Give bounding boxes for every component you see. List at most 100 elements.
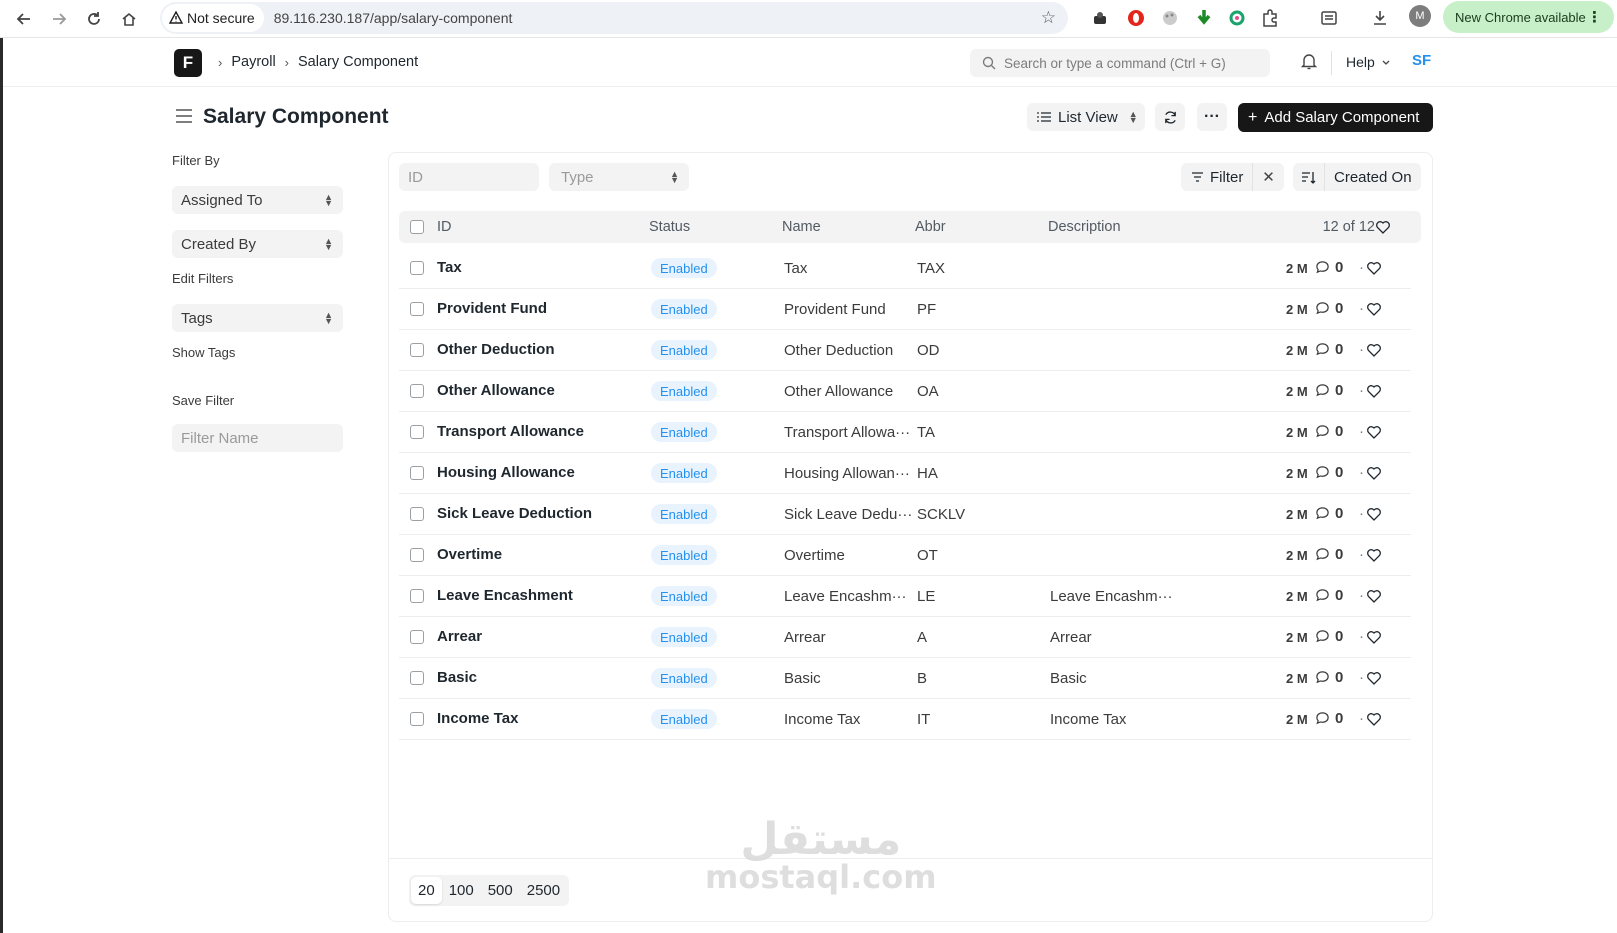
extensions-puzzle-icon[interactable] <box>1259 7 1281 29</box>
row-id-link[interactable]: Transport Allowance <box>437 423 584 440</box>
table-row[interactable]: Income Tax Enabled Income Tax IT Income Tax 2… <box>399 699 1411 740</box>
heart-icon[interactable] <box>1366 711 1382 727</box>
comment-count[interactable]: 0 <box>1315 464 1343 481</box>
back-icon[interactable] <box>11 6 37 32</box>
row-id-link[interactable]: Provident Fund <box>437 300 547 317</box>
row-id-link[interactable]: Tax <box>437 259 462 276</box>
filter-name-input[interactable] <box>172 424 343 452</box>
heart-icon[interactable] <box>1366 547 1382 563</box>
type-filter-select[interactable]: Type ▲ ▼ <box>549 163 689 191</box>
extension-opera-icon[interactable] <box>1125 7 1147 29</box>
table-row[interactable]: Arrear Enabled Arrear A Arrear 2 M 0 · <box>399 617 1411 658</box>
security-chip[interactable]: Not secure <box>162 4 264 32</box>
row-id-link[interactable]: Other Deduction <box>437 341 555 358</box>
more-actions-button[interactable]: ··· <box>1197 103 1227 131</box>
assigned-to-filter[interactable]: Assigned To ▲ ▼ <box>172 186 343 214</box>
heart-icon[interactable] <box>1366 465 1382 481</box>
reload-icon[interactable] <box>81 6 107 32</box>
row-id-link[interactable]: Arrear <box>437 628 482 645</box>
row-checkbox[interactable] <box>410 630 424 644</box>
extension-cloud-icon[interactable] <box>1089 7 1111 29</box>
comment-count[interactable]: 0 <box>1315 669 1343 686</box>
heart-icon[interactable] <box>1366 342 1382 358</box>
row-checkbox[interactable] <box>410 343 424 357</box>
extension-swirl-icon[interactable] <box>1226 7 1248 29</box>
bookmark-star-icon[interactable]: ☆ <box>1041 8 1056 28</box>
comment-count[interactable]: 0 <box>1315 546 1343 563</box>
home-icon[interactable] <box>116 6 142 32</box>
id-filter-input[interactable] <box>399 163 539 191</box>
reading-list-icon[interactable] <box>1318 7 1340 29</box>
help-dropdown[interactable]: Help <box>1346 54 1391 70</box>
table-row[interactable]: Basic Enabled Basic B Basic 2 M 0 · <box>399 658 1411 699</box>
page-size-20[interactable]: 20 <box>411 877 442 904</box>
comment-count[interactable]: 0 <box>1315 300 1343 317</box>
row-id-link[interactable]: Basic <box>437 669 477 686</box>
row-checkbox[interactable] <box>410 466 424 480</box>
row-id-link[interactable]: Leave Encashment <box>437 587 573 604</box>
table-row[interactable]: Overtime Enabled Overtime OT 2 M 0 · <box>399 535 1411 576</box>
table-row[interactable]: Other Allowance Enabled Other Allowance OA 2… <box>399 371 1411 412</box>
address-bar[interactable]: Not secure 89.116.230.187/app/salary-com… <box>160 2 1068 34</box>
row-checkbox[interactable] <box>410 425 424 439</box>
row-checkbox[interactable] <box>410 671 424 685</box>
comment-count[interactable]: 0 <box>1315 587 1343 604</box>
page-size-500[interactable]: 500 <box>481 877 520 904</box>
kebab-menu-icon[interactable]: ⋮ <box>1587 8 1602 26</box>
select-all-checkbox[interactable] <box>410 220 424 234</box>
row-id-link[interactable]: Overtime <box>437 546 502 563</box>
notification-bell-icon[interactable] <box>1299 51 1321 73</box>
chrome-update-button[interactable]: New Chrome available ⋮ <box>1443 1 1614 33</box>
view-switcher-button[interactable]: List View ▲ ▼ <box>1027 103 1145 131</box>
row-id-link[interactable]: Income Tax <box>437 710 518 727</box>
page-size-2500[interactable]: 2500 <box>520 877 567 904</box>
row-id-link[interactable]: Sick Leave Deduction <box>437 505 592 522</box>
tags-filter[interactable]: Tags ▲ ▼ <box>172 304 343 332</box>
extension-download-arrow-icon[interactable] <box>1193 7 1215 29</box>
clear-filter-icon[interactable]: ✕ <box>1253 168 1284 186</box>
app-logo[interactable]: F <box>174 49 202 77</box>
awesomebar-search[interactable]: Search or type a command (Ctrl + G) <box>970 49 1270 77</box>
sort-by-button[interactable]: Created On <box>1325 169 1412 186</box>
heart-icon[interactable] <box>1366 588 1382 604</box>
row-checkbox[interactable] <box>410 261 424 275</box>
row-checkbox[interactable] <box>410 589 424 603</box>
table-row[interactable]: Tax Enabled Tax TAX 2 M 0 · <box>399 248 1411 289</box>
profile-avatar[interactable]: M <box>1409 5 1431 27</box>
add-salary-component-button[interactable]: + Add Salary Component <box>1238 103 1433 132</box>
show-tags-link[interactable]: Show Tags <box>172 345 235 360</box>
table-row[interactable]: Transport Allowance Enabled Transport Allo… <box>399 412 1411 453</box>
heart-icon[interactable] <box>1366 383 1382 399</box>
heart-icon[interactable] <box>1366 670 1382 686</box>
comment-count[interactable]: 0 <box>1315 628 1343 645</box>
user-avatar[interactable]: SF <box>1412 52 1431 69</box>
row-checkbox[interactable] <box>410 548 424 562</box>
row-checkbox[interactable] <box>410 384 424 398</box>
breadcrumb-salary-component[interactable]: Salary Component <box>298 54 418 70</box>
heart-icon[interactable] <box>1366 424 1382 440</box>
breadcrumb-payroll[interactable]: Payroll <box>231 54 275 70</box>
heart-icon[interactable] <box>1366 301 1382 317</box>
row-id-link[interactable]: Housing Allowance <box>437 464 575 481</box>
downloads-icon[interactable] <box>1369 7 1391 29</box>
row-id-link[interactable]: Other Allowance <box>437 382 555 399</box>
table-row[interactable]: Housing Allowance Enabled Housing Allowan·… <box>399 453 1411 494</box>
table-row[interactable]: Other Deduction Enabled Other Deduction OD 2… <box>399 330 1411 371</box>
sort-order-icon[interactable] <box>1293 163 1325 191</box>
comment-count[interactable]: 0 <box>1315 710 1343 727</box>
comment-count[interactable]: 0 <box>1315 382 1343 399</box>
row-checkbox[interactable] <box>410 302 424 316</box>
heart-icon[interactable] <box>1375 219 1391 235</box>
heart-icon[interactable] <box>1366 629 1382 645</box>
refresh-button[interactable] <box>1155 103 1185 131</box>
page-size-100[interactable]: 100 <box>442 877 481 904</box>
table-row[interactable]: Sick Leave Deduction Enabled Sick Leave De… <box>399 494 1411 535</box>
heart-icon[interactable] <box>1366 260 1382 276</box>
heart-icon[interactable] <box>1366 506 1382 522</box>
sidebar-toggle-icon[interactable] <box>175 108 193 124</box>
filter-button[interactable]: Filter <box>1181 163 1253 191</box>
comment-count[interactable]: 0 <box>1315 341 1343 358</box>
created-by-filter[interactable]: Created By ▲ ▼ <box>172 230 343 258</box>
table-row[interactable]: Provident Fund Enabled Provident Fund PF 2 M… <box>399 289 1411 330</box>
comment-count[interactable]: 0 <box>1315 259 1343 276</box>
